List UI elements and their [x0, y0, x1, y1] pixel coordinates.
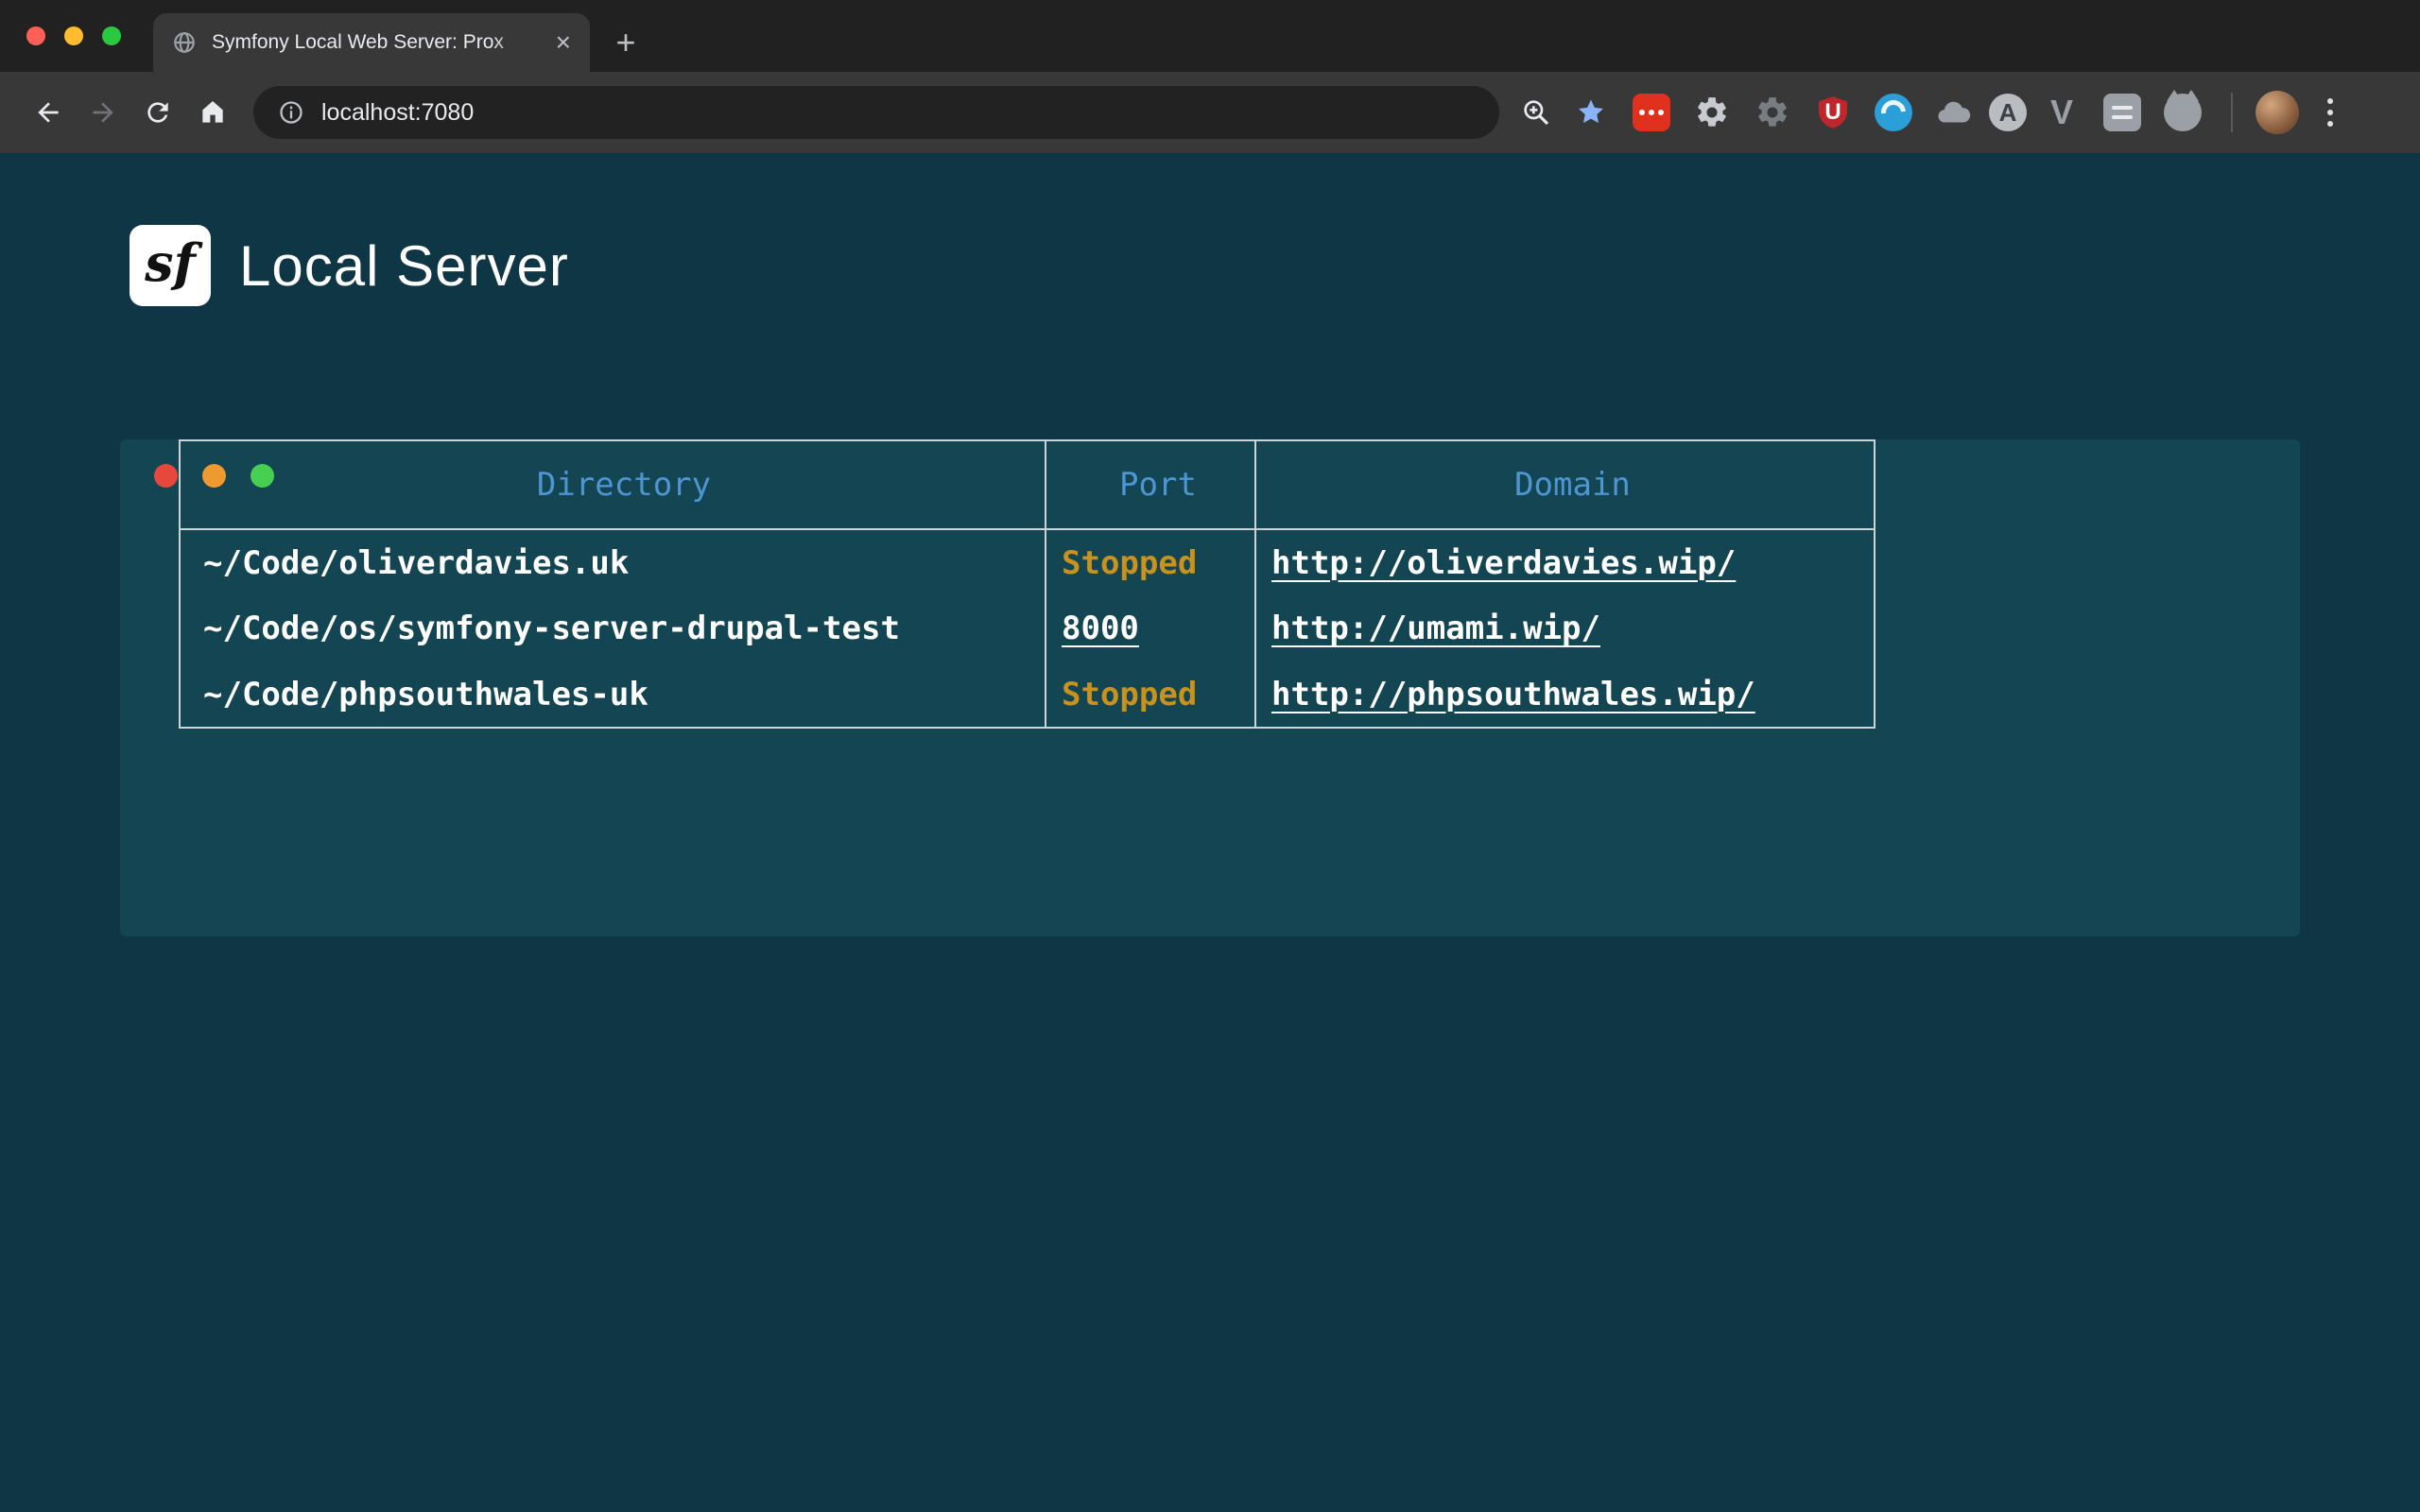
server-panel: Directory Port Domain ~/Code/oliverdavie…: [120, 439, 2300, 936]
github-extension-icon[interactable]: [2157, 87, 2208, 138]
letter-a-extension-icon[interactable]: A: [1989, 94, 2027, 131]
panel-green-dot: [251, 464, 274, 488]
reload-button[interactable]: [130, 85, 185, 140]
port-link[interactable]: 8000: [1062, 610, 1139, 647]
header-domain: Domain: [1255, 440, 1875, 529]
address-bar[interactable]: localhost:7080: [253, 86, 1499, 139]
bookmark-star-icon[interactable]: [1564, 85, 1618, 140]
domain-link[interactable]: http://oliverdavies.wip/: [1271, 544, 1736, 582]
port-status: Stopped: [1046, 529, 1255, 595]
brand-header: sf Local Server: [0, 153, 2420, 306]
toolbar-divider: [2231, 93, 2233, 132]
macos-minimize-button[interactable]: [64, 26, 83, 45]
browser-tab[interactable]: Symfony Local Web Server: Prox ×: [153, 13, 590, 72]
home-button[interactable]: [185, 85, 240, 140]
url-text[interactable]: localhost:7080: [321, 99, 474, 127]
page-title: Local Server: [239, 233, 569, 299]
symfony-logo-text: sf: [145, 232, 196, 293]
servers-table: Directory Port Domain ~/Code/oliverdavie…: [179, 439, 1876, 729]
forward-button[interactable]: [76, 85, 130, 140]
table-row: ~/Code/oliverdavies.uk Stopped http://ol…: [180, 529, 1875, 595]
blue-circle-extension-icon[interactable]: [1868, 87, 1919, 138]
macos-window-controls: [26, 26, 121, 45]
browser-window: Symfony Local Web Server: Prox × + local…: [0, 0, 2420, 153]
new-tab-button[interactable]: +: [601, 18, 650, 67]
page-content: sf Local Server Directory Port Domain ~/…: [0, 153, 2420, 1512]
panel-orange-dot: [202, 464, 226, 488]
site-info-icon[interactable]: [278, 99, 304, 126]
macos-close-button[interactable]: [26, 26, 45, 45]
panel-red-dot: [154, 464, 178, 488]
domain-link[interactable]: http://phpsouthwales.wip/: [1271, 676, 1755, 713]
settings-gear-icon[interactable]: [1686, 87, 1737, 138]
table-row: ~/Code/phpsouthwales-uk Stopped http://p…: [180, 662, 1875, 728]
cloud-extension-icon[interactable]: [1928, 87, 1979, 138]
tab-close-icon[interactable]: ×: [556, 29, 571, 56]
red-dots-extension-icon[interactable]: [1626, 87, 1677, 138]
dark-gear-extension-icon[interactable]: [1747, 87, 1798, 138]
tab-strip: Symfony Local Web Server: Prox × +: [0, 0, 2420, 72]
table-row: ~/Code/os/symfony-server-drupal-test 800…: [180, 595, 1875, 662]
tab-title: Symfony Local Web Server: Prox: [212, 31, 541, 54]
directory-cell: ~/Code/oliverdavies.uk: [180, 529, 1046, 595]
profile-avatar[interactable]: [2256, 91, 2299, 134]
ublock-shield-icon[interactable]: U: [1807, 87, 1858, 138]
letter-v-extension-icon[interactable]: V: [2036, 87, 2087, 138]
directory-cell: ~/Code/os/symfony-server-drupal-test: [180, 595, 1046, 662]
port-status: Stopped: [1046, 662, 1255, 728]
card-extension-icon[interactable]: [2097, 87, 2148, 138]
directory-cell: ~/Code/phpsouthwales-uk: [180, 662, 1046, 728]
header-port: Port: [1046, 440, 1255, 529]
zoom-icon[interactable]: [1509, 85, 1564, 140]
panel-window-dots: [154, 464, 274, 488]
extensions-area: U A V: [1626, 87, 2342, 138]
table-header-row: Directory Port Domain: [180, 440, 1875, 529]
header-directory: Directory: [180, 440, 1046, 529]
symfony-logo: sf: [130, 225, 211, 306]
domain-link[interactable]: http://umami.wip/: [1271, 610, 1600, 647]
browser-toolbar: localhost:7080: [0, 72, 2420, 153]
back-button[interactable]: [21, 85, 76, 140]
macos-fullscreen-button[interactable]: [102, 26, 121, 45]
browser-menu-icon[interactable]: [2327, 98, 2333, 127]
globe-favicon: [172, 30, 197, 55]
